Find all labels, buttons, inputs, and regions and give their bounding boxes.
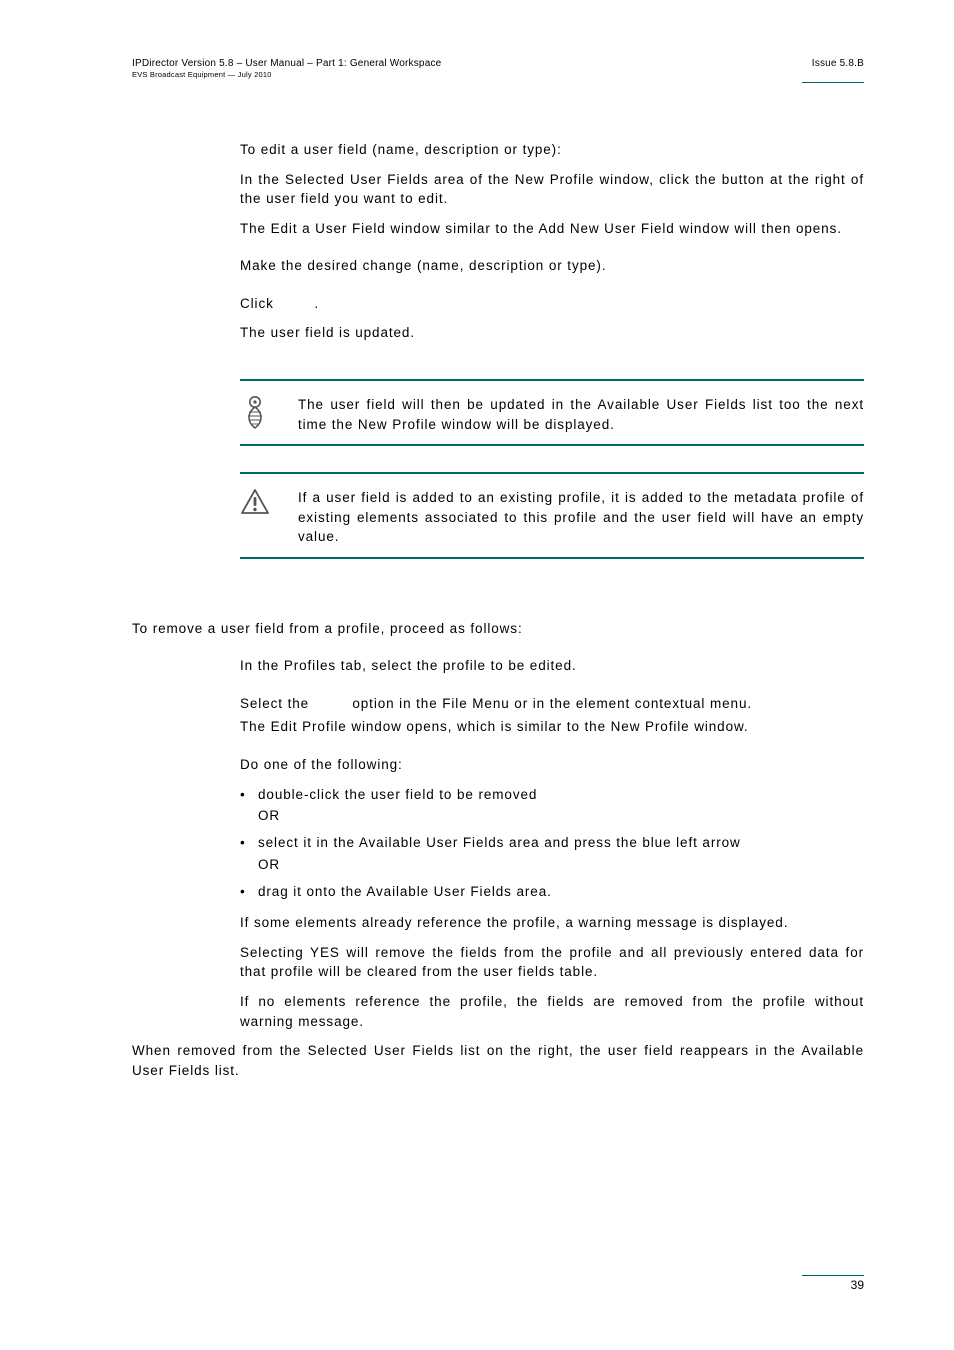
remove-step2-a: Select the bbox=[240, 696, 314, 711]
edit-intro: To edit a user field (name, description … bbox=[240, 140, 864, 160]
bullet-glyph-2: • bbox=[240, 833, 258, 853]
remove-yes: Selecting YES will remove the fields fro… bbox=[240, 943, 864, 982]
remove-step2-b: option in the File Menu or in the elemen… bbox=[348, 696, 752, 711]
note-info: The user field will then be updated in t… bbox=[240, 379, 864, 446]
bullet-glyph: • bbox=[240, 785, 258, 805]
or-2: OR bbox=[258, 857, 864, 872]
footer-rule bbox=[802, 1275, 864, 1276]
page-number: 39 bbox=[802, 1278, 864, 1292]
click-label-a: Click bbox=[240, 296, 278, 311]
remove-step3: Do one of the following: bbox=[240, 755, 864, 775]
warning-icon bbox=[240, 488, 298, 516]
note-warning: If a user field is added to an existing … bbox=[240, 472, 864, 559]
edit-click: Click . bbox=[240, 294, 864, 314]
bullet-doubleclick: • double-click the user field to be remo… bbox=[240, 785, 864, 805]
remove-step2c: The Edit Profile window opens, which is … bbox=[240, 717, 864, 737]
remove-step1: In the Profiles tab, select the profile … bbox=[240, 656, 864, 676]
doc-subtitle: EVS Broadcast Equipment — July 2010 bbox=[132, 70, 441, 79]
note-warning-text: If a user field is added to an existing … bbox=[298, 488, 864, 547]
header-rule bbox=[802, 82, 864, 83]
remove-closing: When removed from the Selected User Fiel… bbox=[132, 1041, 864, 1080]
note-info-text: The user field will then be updated in t… bbox=[298, 395, 864, 434]
note-bottom-rule bbox=[240, 444, 864, 446]
remove-warning-msg: If some elements already reference the p… bbox=[240, 913, 864, 933]
click-label-b: . bbox=[314, 296, 319, 311]
header-left: IPDirector Version 5.8 – User Manual – P… bbox=[132, 58, 441, 79]
edit-step-selected-area: In the Selected User Fields area of the … bbox=[240, 170, 864, 209]
remove-intro: To remove a user field from a profile, p… bbox=[132, 619, 864, 639]
remove-step2: Select the option in the File Menu or in… bbox=[240, 694, 864, 714]
bullet-select-arrow-text: select it in the Available User Fields a… bbox=[258, 833, 864, 853]
info-icon bbox=[240, 395, 298, 431]
doc-title: IPDirector Version 5.8 – User Manual – P… bbox=[132, 58, 441, 69]
issue-label: Issue 5.8.B bbox=[812, 58, 864, 69]
edit-updated: The user field is updated. bbox=[240, 323, 864, 343]
bullet-drag: • drag it onto the Available User Fields… bbox=[240, 882, 864, 902]
page-footer: 39 bbox=[802, 1275, 864, 1292]
bullet-select-arrow: • select it in the Available User Fields… bbox=[240, 833, 864, 853]
page-header: IPDirector Version 5.8 – User Manual – P… bbox=[132, 58, 864, 79]
remove-no-ref: If no elements reference the profile, th… bbox=[240, 992, 864, 1031]
edit-make-change: Make the desired change (name, descripti… bbox=[240, 256, 864, 276]
bullet-drag-text: drag it onto the Available User Fields a… bbox=[258, 882, 864, 902]
bullet-glyph-3: • bbox=[240, 882, 258, 902]
edit-window-opens: The Edit a User Field window similar to … bbox=[240, 219, 864, 239]
or-1: OR bbox=[258, 808, 864, 823]
bullet-doubleclick-text: double-click the user field to be remove… bbox=[258, 785, 864, 805]
